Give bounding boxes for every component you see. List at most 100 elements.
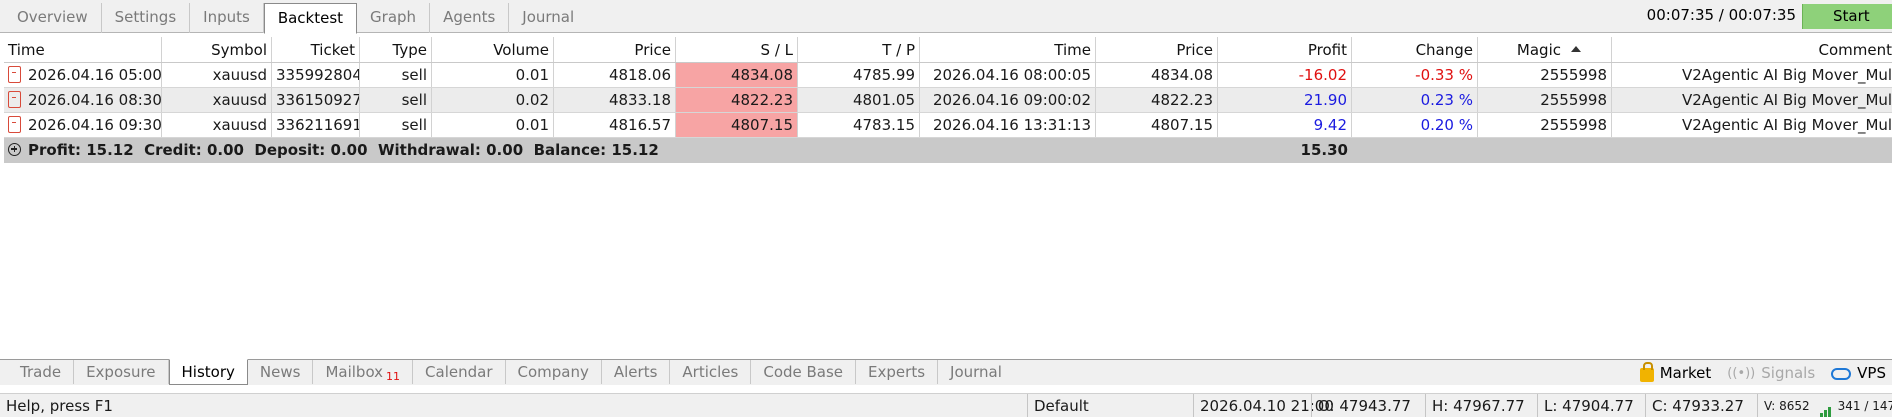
- tab-overview[interactable]: Overview: [4, 3, 102, 33]
- cell-time: 2026.04.16 05:00:...: [4, 63, 162, 87]
- col-sl[interactable]: S / L: [676, 37, 798, 62]
- vps-cloud-icon: [1831, 368, 1852, 380]
- tab-graph[interactable]: Graph: [357, 3, 431, 33]
- cell-symbol: xauusd: [162, 88, 272, 112]
- table-row[interactable]: 2026.04.16 05:00:... xauusd 335992804 se…: [4, 63, 1892, 88]
- tab-journal[interactable]: Journal: [509, 3, 587, 33]
- tester-tabs: Overview Settings Inputs Backtest Graph …: [4, 0, 587, 34]
- cell-ticket: 336211691: [272, 113, 360, 137]
- cell-symbol: xauusd: [162, 113, 272, 137]
- cell-sl: 4834.08: [676, 63, 798, 87]
- tab-alerts[interactable]: Alerts: [602, 360, 671, 384]
- sort-ascending-icon: [1571, 46, 1581, 52]
- tab-mailbox[interactable]: Mailbox 11: [313, 360, 414, 384]
- expand-plus-icon[interactable]: [8, 142, 21, 156]
- summary-row[interactable]: Profit: 15.12 Credit: 0.00 Deposit: 0.00…: [4, 138, 1892, 163]
- top-tab-strip: Overview Settings Inputs Backtest Graph …: [0, 0, 1892, 34]
- cell-price: 4816.57: [554, 113, 676, 137]
- status-profile[interactable]: Default: [1027, 394, 1193, 417]
- col-type[interactable]: Type: [360, 37, 432, 62]
- signals-button[interactable]: ((•)) Signals: [1727, 364, 1815, 382]
- cell-close-price: 4822.23: [1096, 88, 1218, 112]
- mailbox-count-badge: 11: [386, 370, 401, 383]
- cell-type: sell: [360, 113, 432, 137]
- tab-articles[interactable]: Articles: [670, 360, 752, 384]
- start-button[interactable]: Start: [1802, 4, 1892, 29]
- col-close-price[interactable]: Price: [1096, 37, 1218, 62]
- cell-tp: 4785.99: [798, 63, 920, 87]
- vps-button[interactable]: VPS: [1831, 364, 1886, 382]
- col-profit[interactable]: Profit: [1218, 37, 1352, 62]
- cell-type: sell: [360, 63, 432, 87]
- toolbox-right-tools: Market ((•)) Signals VPS: [1639, 360, 1886, 386]
- cell-sl: 4807.15: [676, 113, 798, 137]
- cell-sl: 4822.23: [676, 88, 798, 112]
- market-bag-icon: [1639, 361, 1654, 382]
- summary-total-profit: 15.30: [1300, 141, 1348, 159]
- tab-history[interactable]: History: [168, 359, 248, 385]
- cell-comment: V2Agentic AI Big Mover_Multi-st: [1682, 66, 1892, 84]
- deal-document-icon: [8, 90, 21, 108]
- tab-settings[interactable]: Settings: [102, 3, 191, 33]
- tab-inputs[interactable]: Inputs: [190, 3, 264, 33]
- status-right-anchor: [1666, 393, 1672, 417]
- col-price[interactable]: Price: [554, 37, 676, 62]
- table-header: Time Symbol Ticket Type Volume Price S /…: [4, 37, 1892, 63]
- cell-change: 0.23 %: [1352, 88, 1478, 112]
- cell-time: 2026.04.16 09:30:...: [4, 113, 162, 137]
- col-change[interactable]: Change: [1352, 37, 1478, 62]
- col-close-time[interactable]: Time: [920, 37, 1096, 62]
- cell-volume: 0.01: [432, 63, 554, 87]
- cell-ticket: 336150927: [272, 88, 360, 112]
- cell-close-time: 2026.04.16 08:00:05: [920, 63, 1096, 87]
- cell-comment: V2Agentic AI Big Mover_Multi-st: [1682, 91, 1892, 109]
- cell-close-time: 2026.04.16 09:00:02: [920, 88, 1096, 112]
- col-time[interactable]: Time: [4, 37, 162, 62]
- tab-journal-toolbox[interactable]: Journal: [938, 360, 1014, 384]
- status-bar: Help, press F1 Default 2026.04.10 21:00 …: [0, 393, 1892, 417]
- cell-volume: 0.01: [432, 113, 554, 137]
- cell-volume: 0.02: [432, 88, 554, 112]
- status-datetime: 2026.04.10 21:00: [1193, 394, 1334, 417]
- market-label: Market: [1659, 364, 1712, 382]
- table-row[interactable]: 2026.04.16 09:30:... xauusd 336211691 se…: [4, 113, 1892, 138]
- summary-label: Profit: 15.12 Credit: 0.00 Deposit: 0.00…: [28, 141, 659, 159]
- cell-profit: 9.42: [1218, 113, 1352, 137]
- col-comment[interactable]: Comment: [1612, 37, 1892, 62]
- status-open: O: 47943.77: [1311, 394, 1425, 417]
- tab-company[interactable]: Company: [506, 360, 602, 384]
- toolbox-tabs: Trade Exposure History News Mailbox 11 Ca…: [0, 359, 1892, 385]
- cell-comment: V2Agentic AI Big Mover_Multi-st: [1682, 116, 1892, 134]
- cell-tp: 4801.05: [798, 88, 920, 112]
- tab-backtest[interactable]: Backtest: [263, 3, 358, 34]
- tab-news[interactable]: News: [248, 360, 314, 384]
- col-volume[interactable]: Volume: [432, 37, 554, 62]
- cell-type: sell: [360, 88, 432, 112]
- tab-agents[interactable]: Agents: [430, 3, 510, 33]
- cell-time: 2026.04.16 08:30:...: [4, 88, 162, 112]
- cell-magic: 2555998: [1478, 88, 1612, 112]
- test-timer: 00:07:35 / 00:07:35: [1646, 6, 1796, 24]
- col-magic[interactable]: Magic: [1478, 37, 1612, 62]
- cell-profit: -16.02: [1218, 63, 1352, 87]
- deal-document-icon: [8, 65, 21, 83]
- tab-calendar[interactable]: Calendar: [413, 360, 506, 384]
- cell-magic: 2555998: [1478, 63, 1612, 87]
- col-symbol[interactable]: Symbol: [162, 37, 272, 62]
- col-magic-label: Magic: [1516, 41, 1561, 59]
- tab-trade[interactable]: Trade: [8, 360, 75, 384]
- deal-document-icon: [8, 115, 21, 133]
- tab-code-base[interactable]: Code Base: [751, 360, 857, 384]
- table-row[interactable]: 2026.04.16 08:30:... xauusd 336150927 se…: [4, 88, 1892, 113]
- vps-label: VPS: [1857, 364, 1886, 382]
- cell-close-time: 2026.04.16 13:31:13: [920, 113, 1096, 137]
- tab-exposure[interactable]: Exposure: [74, 360, 169, 384]
- status-high: H: 47967.77: [1425, 394, 1537, 417]
- col-tp[interactable]: T / P: [798, 37, 920, 62]
- cell-close-price: 4807.15: [1096, 113, 1218, 137]
- status-help: Help, press F1: [6, 397, 113, 415]
- market-button[interactable]: Market: [1639, 361, 1712, 382]
- tab-experts[interactable]: Experts: [856, 360, 939, 384]
- status-low: L: 47904.77: [1537, 394, 1645, 417]
- col-ticket[interactable]: Ticket: [272, 37, 360, 62]
